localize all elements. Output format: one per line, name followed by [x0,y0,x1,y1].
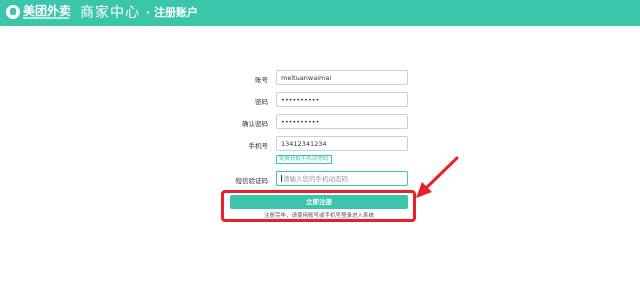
highlight-box [221,190,416,222]
brand-title: 商家中心 [80,5,140,21]
confirm-password-input[interactable]: •••••••••• [276,114,408,129]
account-label: 账号 [255,76,268,84]
meituan-logo-icon [6,5,20,19]
sms-code-placeholder: 请输入您的手机动态码 [283,175,348,183]
top-header: 美团外卖 商家中心 · 注册账户 [0,0,640,26]
red-arrow-icon [416,156,459,198]
phone-input[interactable]: 13412341234 [276,136,408,151]
page-title: · 注册账户 [146,6,199,19]
logo-subline [23,17,69,19]
confirm-password-label: 确认密码 [242,120,268,128]
password-input[interactable]: •••••••••• [276,92,408,107]
account-input[interactable]: meituanwaimai [276,70,408,85]
logo-text: 美团外卖 [23,4,72,18]
sms-code-label: 短信验证码 [235,177,269,185]
send-sms-code-button[interactable]: 免费获取手机动态码 [276,155,332,164]
sms-code-input[interactable]: 请输入您的手机动态码 [276,171,408,186]
meituan-logo[interactable]: 美团外卖 [6,4,72,22]
phone-label: 手机号 [248,142,269,150]
text-caret [281,175,282,182]
password-label: 密码 [255,98,268,106]
